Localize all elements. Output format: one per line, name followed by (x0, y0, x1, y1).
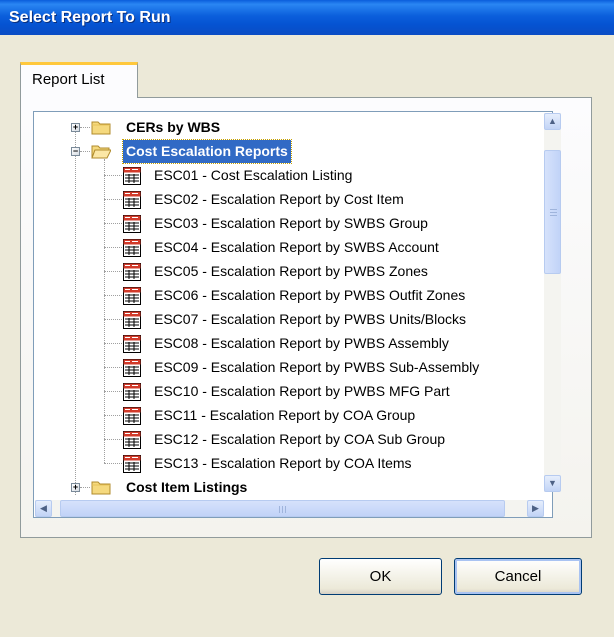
horizontal-scrollbar[interactable]: ◀ ▶ (35, 500, 544, 517)
report-item-esc05[interactable]: ESC05 - Escalation Report by PWBS Zones (34, 260, 534, 283)
vertical-scroll-thumb[interactable] (544, 150, 561, 274)
report-item-label: ESC04 - Escalation Report by SWBS Accoun… (154, 239, 439, 255)
vertical-scrollbar[interactable]: ▲ ▼ (544, 113, 561, 492)
tree-line (80, 127, 90, 128)
report-item-label: ESC07 - Escalation Report by PWBS Units/… (154, 311, 467, 327)
scroll-down-arrow-icon[interactable]: ▼ (544, 475, 561, 492)
report-icon (123, 191, 141, 209)
tree-line (80, 151, 90, 152)
scroll-right-arrow-icon[interactable]: ▶ (527, 500, 544, 517)
report-item-esc03[interactable]: ESC03 - Escalation Report by SWBS Group (34, 212, 534, 235)
tree-node-cost-escalation-reports[interactable]: − Cost Escalation Reports (34, 139, 534, 164)
report-item-esc02[interactable]: ESC02 - Escalation Report by Cost Item (34, 188, 534, 211)
report-item-label: ESC09 - Escalation Report by PWBS Sub-As… (154, 359, 480, 375)
report-icon (123, 263, 141, 281)
grip-line (279, 506, 280, 513)
grip-line (550, 209, 557, 210)
report-icon (123, 215, 141, 233)
report-item-esc12[interactable]: ESC12 - Escalation Report by COA Sub Gro… (34, 428, 534, 451)
report-icon (123, 167, 141, 185)
report-item-esc13[interactable]: ESC13 - Escalation Report by COA Items (34, 452, 534, 475)
plus-box-icon[interactable]: + (71, 483, 80, 492)
tree-line (104, 367, 122, 368)
report-item-esc10[interactable]: ESC10 - Escalation Report by PWBS MFG Pa… (34, 380, 534, 403)
report-icon (123, 311, 141, 329)
tree-line (104, 199, 122, 200)
report-item-esc04[interactable]: ESC04 - Escalation Report by SWBS Accoun… (34, 236, 534, 259)
tab-report-list[interactable]: Report List (20, 62, 138, 98)
folder-icon (91, 121, 111, 135)
scroll-left-arrow-icon[interactable]: ◀ (35, 500, 52, 517)
report-icon (123, 455, 141, 473)
tree-node-cers-by-wbs[interactable]: + CERs by WBS (34, 116, 534, 139)
report-item-label: ESC08 - Escalation Report by PWBS Assemb… (154, 335, 449, 351)
folder-open-icon (91, 145, 111, 159)
report-item-label: ESC05 - Escalation Report by PWBS Zones (154, 263, 428, 279)
tree-line (104, 439, 122, 440)
report-icon (123, 335, 141, 353)
tree-line (104, 415, 122, 416)
report-item-esc08[interactable]: ESC08 - Escalation Report by PWBS Assemb… (34, 332, 534, 355)
report-tree[interactable]: + CERs by WBS − Cost Escalation Reports … (33, 111, 553, 518)
folder-icon (91, 481, 111, 495)
tree-line (104, 271, 122, 272)
scroll-up-arrow-icon[interactable]: ▲ (544, 113, 561, 130)
report-item-esc09[interactable]: ESC09 - Escalation Report by PWBS Sub-As… (34, 356, 534, 379)
report-item-label: ESC06 - Escalation Report by PWBS Outfit… (154, 287, 466, 303)
tree-node-label: CERs by WBS (126, 119, 221, 135)
horizontal-scroll-thumb[interactable] (60, 500, 505, 517)
tree-node-label: Cost Item Listings (126, 479, 248, 495)
tree-line (104, 223, 122, 224)
report-item-esc07[interactable]: ESC07 - Escalation Report by PWBS Units/… (34, 308, 534, 331)
report-item-esc11[interactable]: ESC11 - Escalation Report by COA Group (34, 404, 534, 427)
tree-line (104, 343, 122, 344)
report-icon (123, 407, 141, 425)
ok-button[interactable]: OK (319, 558, 442, 595)
report-item-label: ESC02 - Escalation Report by Cost Item (154, 191, 404, 207)
tree-node-cost-item-listings[interactable]: + Cost Item Listings (34, 476, 534, 499)
tree-line (104, 391, 122, 392)
tab-label: Report List (32, 71, 105, 88)
tree-line (104, 319, 122, 320)
grip-line (550, 215, 557, 216)
report-item-label: ESC11 - Escalation Report by COA Group (154, 407, 416, 423)
window-titlebar[interactable]: Select Report To Run (0, 0, 614, 35)
tree-line (104, 295, 122, 296)
tree-line (80, 487, 90, 488)
report-item-label: ESC10 - Escalation Report by PWBS MFG Pa… (154, 383, 450, 399)
grip-line (285, 506, 286, 513)
minus-box-icon[interactable]: − (71, 147, 80, 156)
report-item-label: ESC03 - Escalation Report by SWBS Group (154, 215, 428, 231)
report-icon (123, 431, 141, 449)
report-item-label: ESC01 - Cost Escalation Listing (154, 167, 353, 183)
report-item-esc06[interactable]: ESC06 - Escalation Report by PWBS Outfit… (34, 284, 534, 307)
tree-line (104, 175, 122, 176)
tree-node-label: Cost Escalation Reports (122, 139, 292, 164)
plus-box-icon[interactable]: + (71, 123, 80, 132)
cancel-button[interactable]: Cancel (454, 558, 582, 595)
tree-line (104, 463, 122, 464)
report-item-label: ESC13 - Escalation Report by COA Items (154, 455, 412, 471)
report-item-esc01[interactable]: ESC01 - Cost Escalation Listing (34, 164, 534, 187)
window-title: Select Report To Run (9, 9, 171, 26)
grip-line (550, 212, 557, 213)
report-icon (123, 239, 141, 257)
report-icon (123, 359, 141, 377)
report-icon (123, 383, 141, 401)
tree-line (104, 247, 122, 248)
grip-line (282, 506, 283, 513)
report-icon (123, 287, 141, 305)
report-item-label: ESC12 - Escalation Report by COA Sub Gro… (154, 431, 446, 447)
